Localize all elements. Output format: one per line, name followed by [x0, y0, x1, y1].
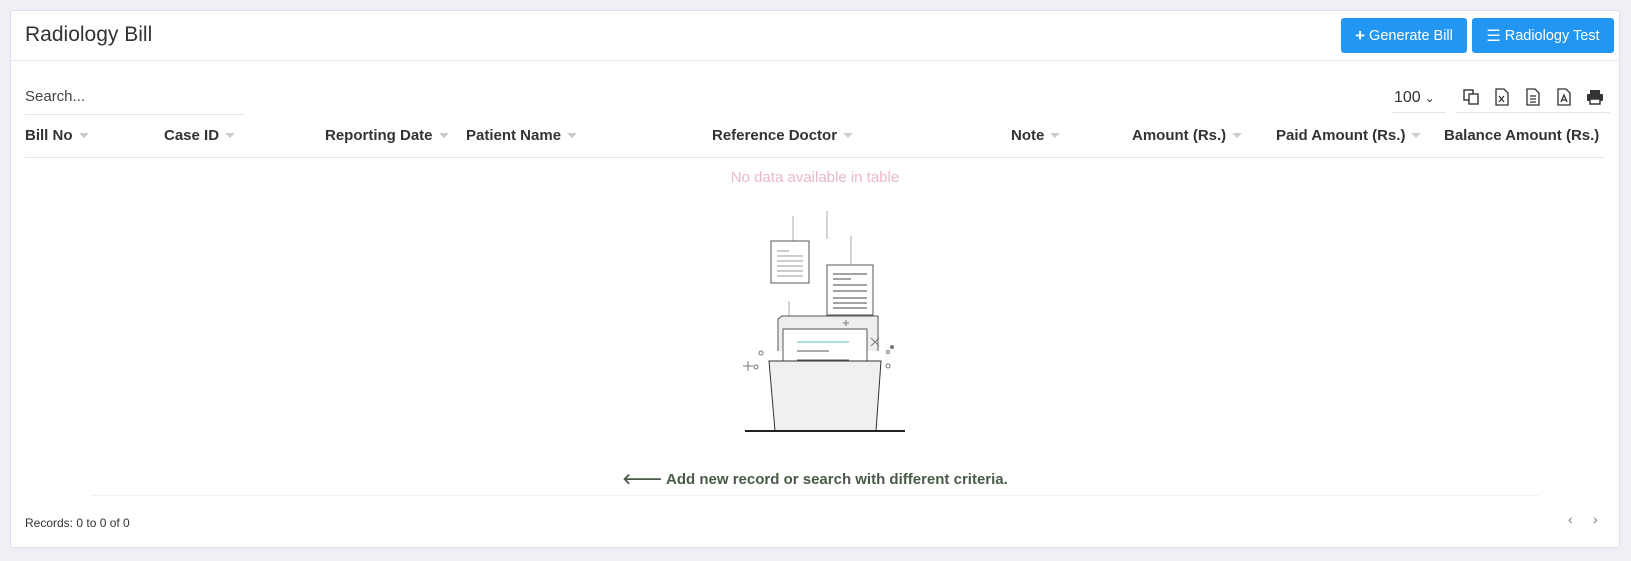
next-page-button[interactable]: ›	[1593, 511, 1598, 527]
divider	[91, 495, 1539, 496]
column-header-bill-no[interactable]: Bill No	[25, 127, 89, 144]
column-header-amount[interactable]: Amount (Rs.)	[1132, 127, 1243, 144]
list-icon: ☰	[1486, 27, 1501, 45]
sort-icon	[78, 133, 89, 138]
column-header-note[interactable]: Note	[1011, 127, 1061, 144]
column-header-balance-amount[interactable]: Balance Amount (Rs.)	[1444, 127, 1599, 144]
radiology-test-button[interactable]: ☰ Radiology Test	[1472, 18, 1614, 53]
column-header-case-id[interactable]: Case ID	[164, 127, 236, 144]
excel-icon[interactable]	[1492, 87, 1512, 107]
page-length-select[interactable]: 100 ⌄	[1391, 83, 1446, 113]
page-title: Radiology Bill	[25, 23, 153, 46]
sort-icon	[1232, 133, 1243, 138]
column-header-reference-doctor[interactable]: Reference Doctor	[712, 127, 854, 144]
sort-icon	[438, 133, 449, 138]
plus-icon: +	[1355, 25, 1366, 45]
column-header-paid-amount[interactable]: Paid Amount (Rs.)	[1276, 127, 1422, 144]
sort-icon	[225, 133, 236, 138]
records-info: Records: 0 to 0 of 0	[25, 516, 130, 530]
search-input[interactable]	[25, 79, 245, 115]
column-header-reporting-date[interactable]: Reporting Date	[325, 127, 449, 144]
chevron-down-icon: ⌄	[1424, 90, 1435, 105]
empty-folder-illustration	[743, 211, 905, 432]
copy-icon[interactable]	[1461, 87, 1481, 107]
sort-icon	[567, 133, 578, 138]
empty-hint: 🡐 Add new record or search with differen…	[622, 471, 1008, 488]
pdf-icon[interactable]	[1554, 87, 1574, 107]
divider	[25, 157, 1605, 158]
divider	[11, 60, 1619, 61]
sort-icon	[1050, 133, 1061, 138]
radiology-bill-panel: Radiology Bill + Generate Bill ☰ Radiology…	[10, 10, 1620, 548]
column-header-patient-name[interactable]: Patient Name	[466, 127, 578, 144]
export-toolbar	[1456, 81, 1610, 113]
previous-page-button[interactable]: ‹	[1568, 511, 1573, 527]
sort-icon	[1411, 133, 1422, 138]
csv-icon[interactable]	[1523, 87, 1543, 107]
sort-icon	[843, 133, 854, 138]
empty-table-message: No data available in table	[730, 169, 900, 186]
generate-bill-button[interactable]: + Generate Bill	[1341, 18, 1467, 53]
arrow-left-icon: 🡐	[622, 471, 667, 488]
print-icon[interactable]	[1585, 87, 1605, 107]
